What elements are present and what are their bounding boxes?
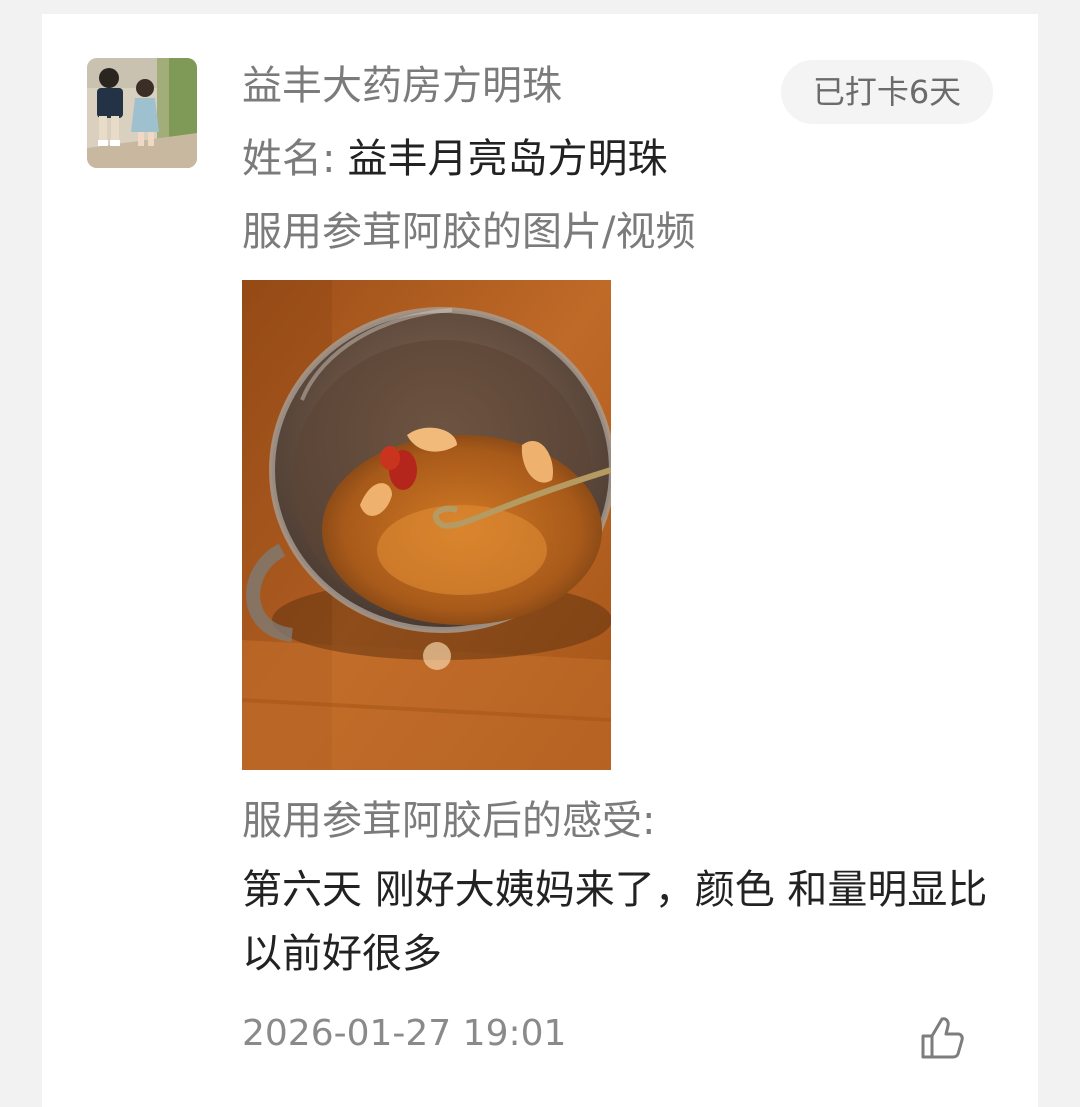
- checkin-days-badge: 已打卡6天: [781, 60, 993, 124]
- name-field-value: 益丰月亮岛方明珠: [347, 136, 668, 182]
- page: 益丰大药房方明珠 已打卡6天 姓名:益丰月亮岛方明珠 服用参茸阿胶的图片/视频: [0, 0, 1080, 1107]
- avatar-photo: [87, 58, 197, 168]
- feeling-text: 第六天 刚好大姨妈来了，颜色 和量明显比以前好很多: [242, 867, 988, 977]
- thumbs-up-icon: [921, 1017, 964, 1059]
- post-photo[interactable]: [242, 280, 611, 770]
- author-name: 益丰大药房方明珠: [242, 63, 562, 109]
- post-timestamp: 2026-01-27 19:01: [242, 1013, 567, 1054]
- name-field-label: 姓名:: [242, 136, 336, 182]
- media-section-label: 服用参茸阿胶的图片/视频: [242, 209, 696, 255]
- avatar[interactable]: [87, 58, 197, 168]
- feeling-section-label: 服用参茸阿胶后的感受:: [242, 798, 656, 844]
- name-field: 姓名: 益丰月亮岛方明珠: [242, 131, 667, 187]
- checkin-post-card: 益丰大药房方明珠 已打卡6天 姓名:益丰月亮岛方明珠 服用参茸阿胶的图片/视频: [42, 14, 1038, 1107]
- tea-cup-photo: [242, 280, 611, 770]
- like-button[interactable]: [918, 1014, 966, 1062]
